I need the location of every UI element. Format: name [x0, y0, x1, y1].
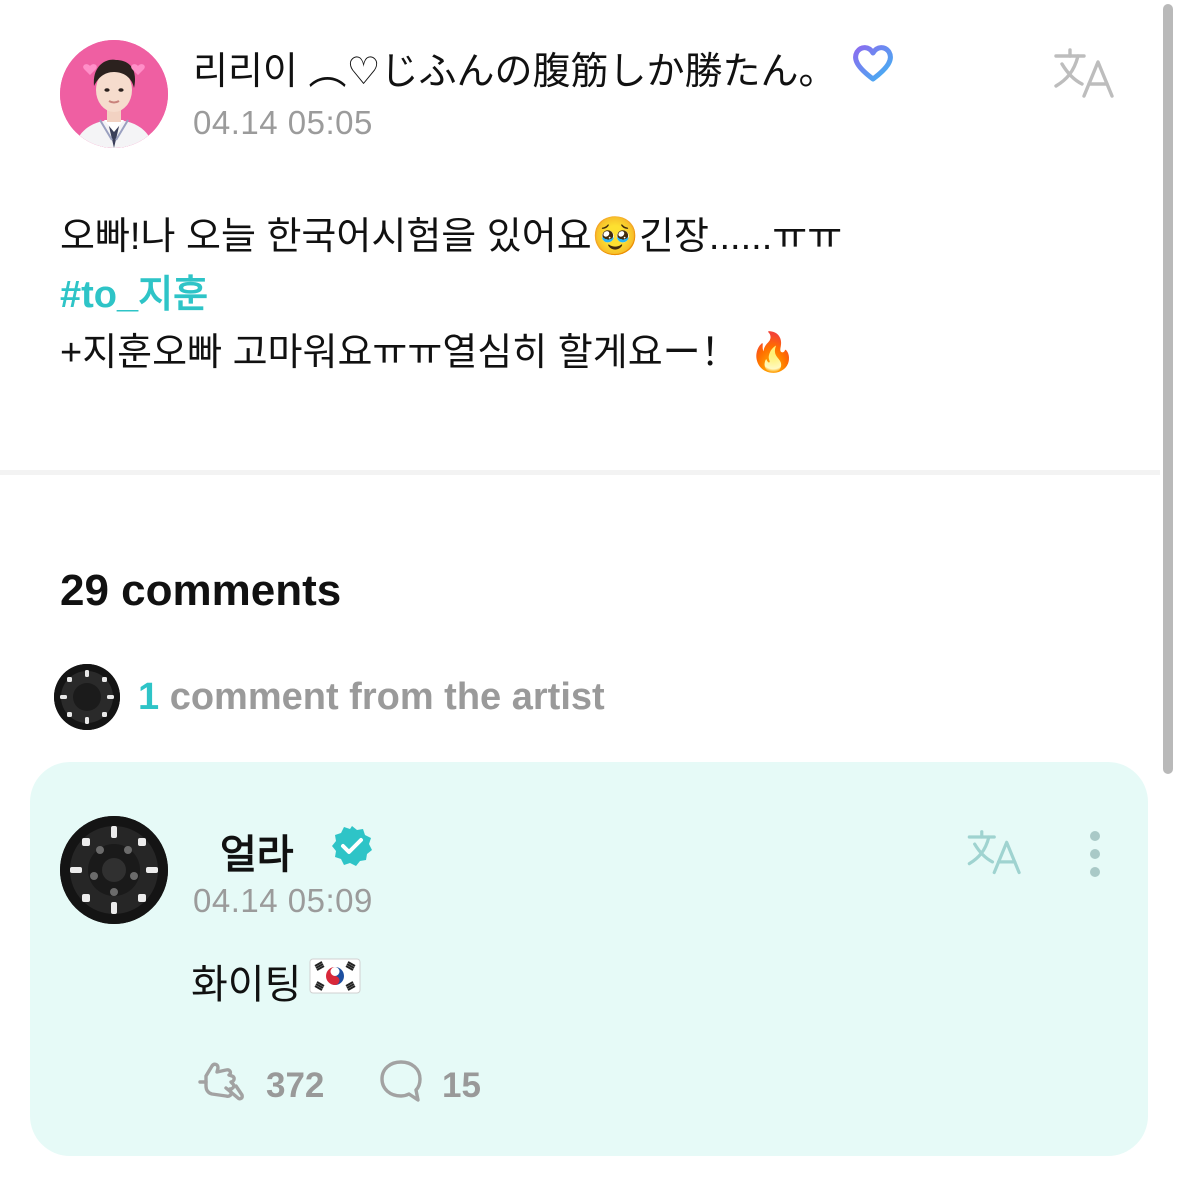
artist-comment-label: comment from the artist	[169, 676, 605, 718]
comment-bubble-icon[interactable]	[378, 1058, 424, 1113]
verified-badge-icon	[330, 824, 374, 878]
translate-icon[interactable]	[1050, 46, 1122, 102]
section-divider	[0, 470, 1160, 475]
artist-comment-summary[interactable]: 1 comment from the artist	[138, 676, 605, 719]
artist-comment-timestamp: 04.14 05:09	[193, 882, 373, 919]
translate-icon[interactable]	[964, 828, 1028, 878]
artist-comment-text: 화이팅	[191, 952, 361, 1010]
reply-count: 15	[442, 1065, 481, 1105]
post-body-line-1: 오빠!나 오늘 한국어시험을 있어요🥹긴장......ㅠㅠ	[60, 208, 1120, 266]
post-detail-page: 리리이 ︵♡じふんの腹筋しか勝たん。 04.14 05:05 오빠!나 오늘 한…	[0, 0, 1179, 1192]
post-author-avatar[interactable]	[60, 40, 168, 148]
post-body: 오빠!나 오늘 한국어시험을 있어요🥹긴장......ㅠㅠ #to_지훈 +지훈…	[60, 208, 1120, 382]
scrollbar[interactable]	[1163, 4, 1173, 774]
post-text: 오빠!나 오늘 한국어시험을 있어요	[60, 216, 592, 258]
comment-text: 화이팅	[191, 963, 302, 1007]
reply-reaction[interactable]: 15	[378, 1058, 481, 1113]
artist-avatar-small[interactable]	[54, 664, 120, 730]
artist-comment-card[interactable]: 얼라 04.14 05:09 화이팅 372 15	[30, 762, 1148, 1156]
cheer-icon[interactable]	[196, 1058, 248, 1113]
heart-membership-icon	[851, 43, 895, 93]
post-body-line-3: +지훈오빠 고마워요ㅠㅠ열심히 할게요ー！ 🔥	[60, 324, 1120, 382]
post-author-name[interactable]: 리리이 ︵♡じふんの腹筋しか勝たん。	[193, 40, 837, 95]
comments-count-heading: 29 comments	[60, 566, 342, 615]
pleading-face-emoji: 🥹	[591, 216, 639, 258]
post-timestamp: 04.14 05:05	[193, 104, 373, 141]
post-text-addendum: +지훈오빠 고마워요ㅠㅠ열심히 할게요ー！	[60, 332, 739, 374]
artist-name-row[interactable]: 얼라	[220, 822, 374, 880]
like-count: 372	[266, 1065, 325, 1105]
artist-name[interactable]: 얼라	[220, 822, 294, 880]
fire-emoji: 🔥	[749, 332, 797, 374]
post-author-name-row[interactable]: 리리이 ︵♡じふんの腹筋しか勝たん。	[193, 40, 895, 95]
like-reaction[interactable]: 372	[196, 1058, 324, 1113]
more-options-icon[interactable]	[1080, 828, 1110, 882]
post-text-tail: 긴장......ㅠㅠ	[639, 216, 843, 258]
artist-comment-count: 1	[138, 676, 160, 718]
korea-flag-emoji	[309, 958, 361, 1004]
hashtag-link[interactable]: #to_지훈	[60, 266, 1120, 324]
artist-avatar[interactable]	[60, 816, 168, 924]
